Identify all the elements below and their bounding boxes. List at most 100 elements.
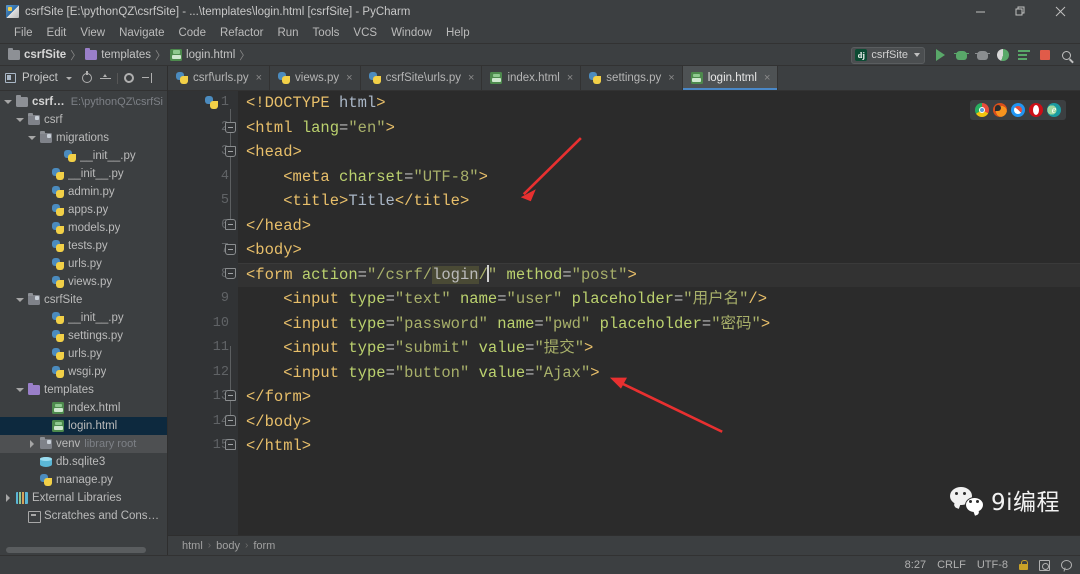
coverage-button[interactable] <box>993 45 1013 65</box>
code-line[interactable]: </head> <box>238 214 1080 239</box>
menu-edit[interactable]: Edit <box>40 25 74 41</box>
chrome-icon[interactable] <box>975 103 989 117</box>
editor-tab-csrf-urls-py[interactable]: csrf\urls.py × <box>168 66 271 90</box>
tree-item-init-py[interactable]: __init__.py <box>0 165 167 183</box>
chevron-down-icon[interactable] <box>15 298 24 302</box>
menu-refactor[interactable]: Refactor <box>213 25 270 41</box>
chevron-right-icon[interactable] <box>3 494 12 502</box>
editor-tab-settings-py[interactable]: settings.py × <box>581 66 683 90</box>
close-icon[interactable]: × <box>764 72 770 84</box>
run-with-coverage-button[interactable] <box>972 45 992 65</box>
tree-item-venv[interactable]: venv library root <box>0 435 167 453</box>
tree-item-init-py[interactable]: __init__.py <box>0 147 167 165</box>
code-line[interactable]: <input type="password" name="pwd" placeh… <box>238 312 1080 337</box>
menu-run[interactable]: Run <box>270 25 305 41</box>
code-line[interactable]: <!DOCTYPE html> <box>238 91 1080 116</box>
code-line[interactable]: <html lang="en"> <box>238 116 1080 141</box>
file-encoding[interactable]: UTF-8 <box>977 559 1008 571</box>
tree-item-login-html[interactable]: login.html <box>0 417 167 435</box>
code-line[interactable]: <body> <box>238 238 1080 263</box>
tree-item-csrfsite[interactable]: csrfSiteE:\pythonQZ\csrfSi <box>0 93 167 111</box>
tree-item-apps-py[interactable]: apps.py <box>0 201 167 219</box>
tree-item-models-py[interactable]: models.py <box>0 219 167 237</box>
navbar-crumb-templates[interactable]: templates <box>82 47 154 61</box>
breadcrumb-item-form[interactable]: form <box>253 540 275 552</box>
tree-item-urls-py[interactable]: urls.py <box>0 255 167 273</box>
collapse-all-icon[interactable] <box>99 72 112 85</box>
hide-panel-icon[interactable] <box>141 72 154 85</box>
cursor-icon[interactable] <box>1039 559 1050 571</box>
code-line[interactable]: <meta charset="UTF-8"> <box>238 165 1080 190</box>
restore-button[interactable] <box>1000 0 1040 23</box>
chevron-down-icon[interactable] <box>63 72 76 85</box>
code-line[interactable]: </form> <box>238 385 1080 410</box>
chevron-down-icon[interactable] <box>15 118 24 122</box>
run-configuration-selector[interactable]: dj csrfSite <box>851 46 925 64</box>
chevron-right-icon[interactable] <box>27 440 36 448</box>
fold-marker-body-end[interactable] <box>225 415 236 426</box>
tree-item-settings-py[interactable]: settings.py <box>0 327 167 345</box>
firefox-icon[interactable] <box>993 103 1007 117</box>
close-button[interactable] <box>1040 0 1080 23</box>
close-icon[interactable]: × <box>668 72 674 84</box>
code-line[interactable]: <form action="/csrf/login/" method="post… <box>238 262 1080 287</box>
tree-item-migrations[interactable]: migrations <box>0 129 167 147</box>
editor-tab-csrfsite-urls-py[interactable]: csrfSite\urls.py × <box>361 66 483 90</box>
close-icon[interactable]: × <box>256 72 262 84</box>
code-line[interactable]: <input type="submit" value="提交"> <box>238 336 1080 361</box>
tree-item-templates[interactable]: templates <box>0 381 167 399</box>
code-line[interactable]: </html> <box>238 434 1080 459</box>
breadcrumb-item-body[interactable]: body <box>216 540 240 552</box>
profile-button[interactable] <box>1014 45 1034 65</box>
run-button[interactable] <box>930 45 950 65</box>
minimize-button[interactable] <box>960 0 1000 23</box>
tree-item-db-sqlite3[interactable]: db.sqlite3 <box>0 453 167 471</box>
tree-item-csrfsite[interactable]: csrfSite <box>0 291 167 309</box>
tree-item-views-py[interactable]: views.py <box>0 273 167 291</box>
editor-tab-login-html[interactable]: login.html × <box>682 66 779 90</box>
menu-view[interactable]: View <box>73 25 112 41</box>
tree-item-manage-py[interactable]: manage.py <box>0 471 167 489</box>
chevron-down-icon[interactable] <box>15 388 24 392</box>
chevron-down-icon[interactable] <box>27 136 36 140</box>
editor-tab-views-py[interactable]: views.py × <box>270 66 361 90</box>
menu-help[interactable]: Help <box>439 25 477 41</box>
opera-icon[interactable] <box>1029 103 1043 117</box>
navbar-crumb-csrfsite[interactable]: csrfSite <box>5 47 69 61</box>
tree-item-external-libraries[interactable]: External Libraries <box>0 489 167 507</box>
fold-marker-head[interactable] <box>225 146 236 157</box>
menu-vcs[interactable]: VCS <box>346 25 384 41</box>
tree-item-admin-py[interactable]: admin.py <box>0 183 167 201</box>
code-line[interactable]: <input type="button" value="Ajax"> <box>238 361 1080 386</box>
tree-item-urls-py[interactable]: urls.py <box>0 345 167 363</box>
code-line[interactable]: <head> <box>238 140 1080 165</box>
close-icon[interactable]: × <box>468 72 474 84</box>
fold-marker-head-end[interactable] <box>225 219 236 230</box>
editor-tab-index-html[interactable]: index.html × <box>482 66 582 90</box>
fold-marker-html-end[interactable] <box>225 439 236 450</box>
code-line[interactable]: </body> <box>238 410 1080 435</box>
code-content[interactable]: <!DOCTYPE html> <html lang="en"> <head> <m… <box>238 91 1080 535</box>
stop-button[interactable] <box>1035 45 1055 65</box>
tree-item-scratches-and-consoles[interactable]: Scratches and Consoles <box>0 507 167 525</box>
menu-code[interactable]: Code <box>171 25 213 41</box>
close-icon[interactable]: × <box>346 72 352 84</box>
code-line[interactable]: <input type="text" name="user" placehold… <box>238 287 1080 312</box>
tree-item-csrf[interactable]: csrf <box>0 111 167 129</box>
tree-item-index-html[interactable]: index.html <box>0 399 167 417</box>
chevron-down-icon[interactable] <box>3 100 12 104</box>
edge-icon[interactable]: e <box>1047 103 1061 117</box>
code-line[interactable]: <title>Title</title> <box>238 189 1080 214</box>
tree-item-wsgi-py[interactable]: wsgi.py <box>0 363 167 381</box>
menu-file[interactable]: File <box>7 25 40 41</box>
fold-marker-body[interactable] <box>225 244 236 255</box>
search-everywhere-button[interactable] <box>1056 45 1076 65</box>
target-icon[interactable] <box>81 71 94 85</box>
breadcrumb-item-html[interactable]: html <box>182 540 203 552</box>
safari-icon[interactable] <box>1011 103 1025 117</box>
line-separator[interactable]: CRLF <box>937 559 966 571</box>
fold-marker-html[interactable] <box>225 122 236 133</box>
fold-marker-form-end[interactable] <box>225 390 236 401</box>
menu-window[interactable]: Window <box>384 25 439 41</box>
balloon-icon[interactable] <box>1061 560 1072 570</box>
